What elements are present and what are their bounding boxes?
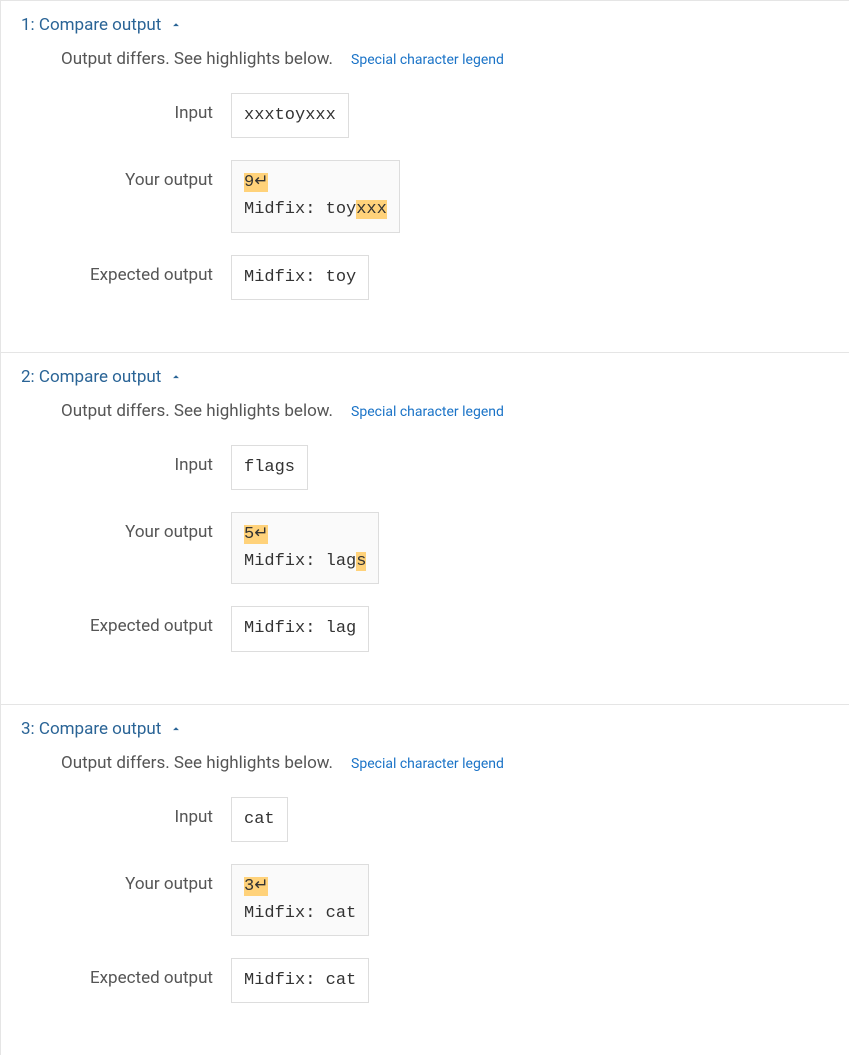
expected-output-value: Midfix: toy xyxy=(231,255,369,300)
test-case: 1: Compare output Output differs. See hig… xyxy=(1,0,849,352)
compare-output-title: 3: Compare output xyxy=(21,719,161,739)
your-output-label: Your output xyxy=(61,864,231,894)
your-output-value: 3↵ Midfix: cat xyxy=(231,864,369,936)
your-output-label: Your output xyxy=(61,512,231,542)
compare-output-title: 2: Compare output xyxy=(21,367,161,387)
test-case-body: Output differs. See highlights below. Spe… xyxy=(1,401,849,704)
your-output-value: 9↵ Midfix: toyxxx xyxy=(231,160,400,232)
expected-output-label: Expected output xyxy=(61,958,231,988)
chevron-up-icon xyxy=(169,722,183,736)
compare-output-toggle[interactable]: 3: Compare output xyxy=(1,705,849,753)
expected-output-label: Expected output xyxy=(61,255,231,285)
input-label: Input xyxy=(61,445,231,475)
compare-output-toggle[interactable]: 2: Compare output xyxy=(1,353,849,401)
test-case: 2: Compare output Output differs. See hig… xyxy=(1,352,849,704)
your-output-value: 5↵ Midfix: lags xyxy=(231,512,379,584)
chevron-up-icon xyxy=(169,18,183,32)
your-output-label: Your output xyxy=(61,160,231,190)
input-value: cat xyxy=(231,797,288,842)
chevron-up-icon xyxy=(169,370,183,384)
expected-output-value: Midfix: lag xyxy=(231,606,369,651)
diff-summary-text: Output differs. See highlights below. xyxy=(61,401,333,421)
input-value: flags xyxy=(231,445,308,490)
special-character-legend-link[interactable]: Special character legend xyxy=(351,404,504,420)
input-label: Input xyxy=(61,797,231,827)
special-character-legend-link[interactable]: Special character legend xyxy=(351,756,504,772)
expected-output-label: Expected output xyxy=(61,606,231,636)
special-character-legend-link[interactable]: Special character legend xyxy=(351,52,504,68)
test-case-body: Output differs. See highlights below. Spe… xyxy=(1,49,849,352)
diff-summary-text: Output differs. See highlights below. xyxy=(61,753,333,773)
diff-summary-text: Output differs. See highlights below. xyxy=(61,49,333,69)
compare-output-title: 1: Compare output xyxy=(21,15,161,35)
input-label: Input xyxy=(61,93,231,123)
compare-output-toggle[interactable]: 1: Compare output xyxy=(1,1,849,49)
test-case-body: Output differs. See highlights below. Spe… xyxy=(1,753,849,1055)
input-value: xxxtoyxxx xyxy=(231,93,349,138)
test-case: 3: Compare output Output differs. See hig… xyxy=(1,704,849,1055)
expected-output-value: Midfix: cat xyxy=(231,958,369,1003)
